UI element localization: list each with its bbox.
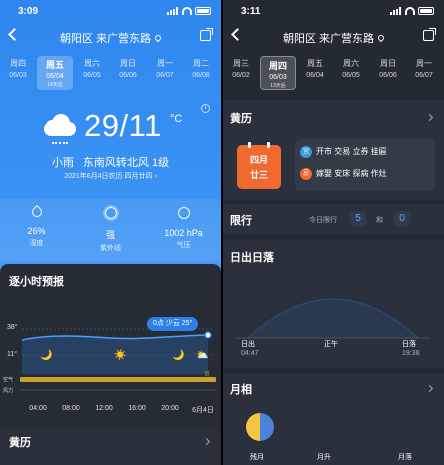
hour-label: 12:00 <box>95 405 113 412</box>
limit-number-2: 0 <box>394 211 410 227</box>
share-icon[interactable] <box>200 28 213 41</box>
stat-humidity: 26% 湿度 <box>0 204 73 248</box>
moon-phase-card[interactable]: 月相 残月 月升 月落 <box>223 373 444 465</box>
sunset-label: 日落 <box>402 341 416 348</box>
lunar-date-link[interactable]: 2021年6月4日农历 四月廿四 › <box>0 171 221 181</box>
status-bar: 3:11 <box>223 0 444 24</box>
share-icon[interactable] <box>423 28 436 41</box>
aqi-badge: 良 <box>204 372 211 378</box>
stat-pressure: 1002 hPa 气压 <box>147 207 220 250</box>
yi-badge: 宜 <box>300 146 312 158</box>
location-title[interactable]: 朝阳区 来广营东路 <box>223 30 444 46</box>
sunrise-time: 04:47 <box>241 350 259 357</box>
location-pin-icon <box>376 33 386 43</box>
hour-label: 20:00 <box>161 405 179 412</box>
wifi-icon <box>405 7 415 15</box>
sunrise-sunset-card[interactable]: 日出日落 日出 04:47 正午 日落 19:38 <box>223 240 444 368</box>
limit-and: 和 <box>376 217 383 224</box>
temperature-unit: °C <box>170 113 183 125</box>
rain-drops-icon <box>52 140 68 144</box>
status-time: 3:11 <box>241 6 261 17</box>
signal-icon <box>167 7 179 15</box>
moon-icon: 🌙 <box>172 350 185 361</box>
title-bar: 朝阳区 来广营东路 <box>223 26 444 50</box>
hour-label: 6月4日 <box>192 407 214 414</box>
limit-title: 限行 <box>230 215 252 227</box>
moon-label: 月落 <box>398 454 412 461</box>
day-tab[interactable]: 周一 06/07 <box>406 58 442 79</box>
almanac-card-peek[interactable]: 黄历 <box>0 429 221 465</box>
weather-screen-left: 3:09 朝阳区 来广营东路 周四 06/03 周五 06/04 14天后 周六 06/… <box>0 0 221 465</box>
day-tab[interactable]: 周二 06/08 <box>183 58 219 79</box>
noon-label: 正午 <box>324 341 338 348</box>
limit-prefix: 今日限行 <box>309 217 337 224</box>
moon-icon: 🌙 <box>40 350 53 361</box>
day-tab-selected[interactable]: 周五 06/04 14天后 <box>37 56 73 90</box>
cloud-rain-icon <box>40 112 80 138</box>
wind: 东南风转北风 1级 <box>82 157 170 169</box>
ji-badge: 忌 <box>300 168 312 180</box>
moon-title: 月相 <box>230 384 252 396</box>
traffic-limit-card[interactable]: 限行 今日限行 和 <box>223 204 444 234</box>
location-title[interactable]: 朝阳区 来广营东路 <box>0 30 221 46</box>
hourly-highlight-pill: 0点 少云 25° <box>147 317 199 331</box>
signal-icon <box>390 7 402 15</box>
sun-icon: ☀️ <box>114 350 127 361</box>
day-tab[interactable]: 周六 06/05 <box>333 58 369 79</box>
weather-stats: 26% 湿度 强 紫外线 1002 hPa 气压 <box>0 199 221 261</box>
yi-row: 宜开市 交易 立券 挂匾 <box>300 146 430 166</box>
battery-icon <box>418 7 434 15</box>
wifi-icon <box>182 7 192 15</box>
y-axis-high: 38° <box>7 324 18 331</box>
title-bar: 朝阳区 来广营东路 <box>0 26 221 50</box>
status-time: 3:09 <box>18 6 39 17</box>
partly-cloudy-icon: ⛅ <box>196 350 209 361</box>
battery-icon <box>195 7 211 15</box>
day-tab[interactable]: 周四 06/03 <box>0 58 36 79</box>
sunset-time: 19:38 <box>402 350 420 357</box>
weather-screen-right: 3:11 朝阳区 来广营东路 周三 06/02 周四 06/03 13天后 周五 06/… <box>223 0 444 465</box>
chevron-right-icon <box>425 113 434 122</box>
moon-label: 月升 <box>317 454 331 461</box>
uv-icon <box>104 207 117 219</box>
day-tab-selected[interactable]: 周四 06/03 13天后 <box>260 56 296 90</box>
lunar-calendar-icon: 四月 廿三 <box>237 142 281 189</box>
date-strip: 周三 06/02 周四 06/03 13天后 周五 06/04 周六 06/05 周日 06… <box>223 56 444 92</box>
weather-description: 小雨 东南风转北风 1级 <box>0 154 221 170</box>
y-axis-low: 11° <box>7 351 18 358</box>
air-quality-label: 空气 <box>3 377 14 383</box>
almanac-title: 黄历 <box>230 113 252 125</box>
moon-phase-icon <box>246 413 274 441</box>
status-bar: 3:09 <box>0 0 221 24</box>
condition: 小雨 <box>51 157 74 169</box>
stat-uv: 强 紫外线 <box>74 207 147 253</box>
moon-label: 残月 <box>250 454 264 461</box>
sunrise-label: 日出 <box>241 341 255 348</box>
day-tab[interactable]: 周日 06/06 <box>110 58 146 79</box>
info-icon[interactable]: i <box>201 104 210 113</box>
ji-row: 忌嫁娶 安床 探病 作灶 <box>300 168 430 188</box>
almanac-title: 黄历 <box>9 437 31 449</box>
hour-label: 04:00 <box>29 405 47 412</box>
pressure-icon <box>177 207 190 219</box>
hour-label: 16:00 <box>128 405 146 412</box>
day-tab[interactable]: 周日 06/06 <box>370 58 406 79</box>
limit-number-1: 5 <box>350 211 366 227</box>
hour-label: 08:00 <box>62 405 80 412</box>
day-tab[interactable]: 周六 06/05 <box>74 58 110 79</box>
day-tab[interactable]: 周五 06/04 <box>297 58 333 79</box>
location-pin-icon <box>153 33 163 43</box>
day-tab[interactable]: 周三 06/02 <box>223 58 259 79</box>
wind-level-label: 风力 <box>3 388 14 394</box>
date-strip: 周四 06/03 周五 06/04 14天后 周六 06/05 周日 06/06 周一 06… <box>0 56 221 92</box>
humidity-icon <box>29 204 44 220</box>
temperature-range: 29/11 <box>84 108 162 143</box>
day-tab[interactable]: 周一 06/07 <box>147 58 183 79</box>
chevron-right-icon <box>425 384 434 393</box>
chevron-right-icon <box>202 437 211 446</box>
